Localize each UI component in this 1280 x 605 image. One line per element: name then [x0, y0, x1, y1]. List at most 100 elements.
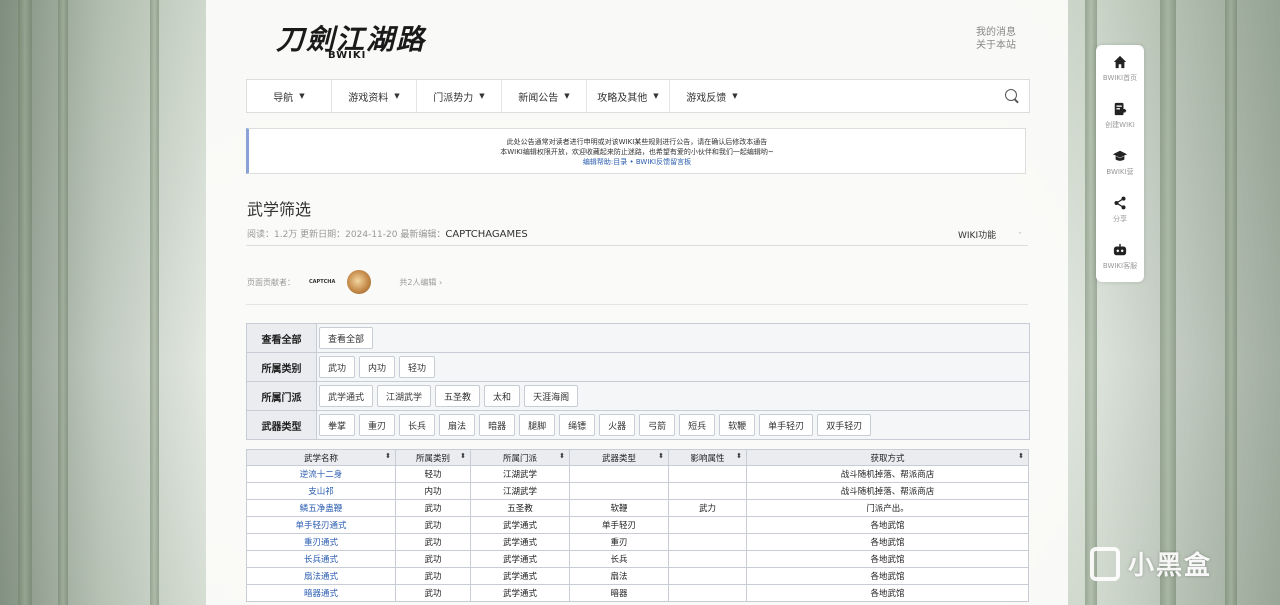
- column-header-name[interactable]: 武学名称 ⬍: [246, 449, 396, 466]
- sort-icon[interactable]: ⬍: [1018, 452, 1024, 460]
- filter-option[interactable]: 绳镖: [559, 414, 596, 436]
- skill-name-link[interactable]: 支山祁: [246, 482, 396, 500]
- table-cell: 武力: [668, 499, 747, 517]
- table-cell: 软鞭: [569, 499, 669, 517]
- search-input[interactable]: [754, 80, 1076, 112]
- nav-item-game-data[interactable]: 游戏资料 ▼: [332, 80, 417, 112]
- table-cell: 武学通式: [470, 550, 570, 568]
- filter-option[interactable]: 短兵: [679, 414, 716, 436]
- divider: [246, 304, 1028, 305]
- sort-icon[interactable]: ⬍: [460, 452, 466, 460]
- page-contributors: 页面贡献者： CAPTCHA 共2人编辑 ›: [247, 270, 442, 294]
- filter-option[interactable]: 单手轻刃: [759, 414, 814, 436]
- side-item-share[interactable]: 分享: [1096, 186, 1144, 233]
- my-messages-link[interactable]: 我的消息: [976, 26, 1016, 39]
- table-row: 重刃通式 武功 武学通式 重刃 各地武馆: [246, 533, 1029, 551]
- sort-icon[interactable]: ⬍: [559, 452, 565, 460]
- nav-item-sects[interactable]: 门派势力 ▼: [417, 80, 502, 112]
- side-item-home[interactable]: BWIKI首页: [1096, 45, 1144, 92]
- filter-option[interactable]: 天涯海阁: [524, 385, 579, 407]
- nav-label: 门派势力: [433, 92, 474, 104]
- filter-label: 查看全部: [247, 324, 317, 352]
- contributor-avatar[interactable]: [347, 270, 372, 294]
- notice-line-1: 此处公告通常对读者进行申明或对该WIKI某些规则进行公告，请在确认后修改本通告: [506, 138, 768, 146]
- contributor-captcha[interactable]: CAPTCHA: [309, 279, 335, 285]
- table-cell: [668, 550, 747, 568]
- table-cell: 江湖武学: [470, 482, 570, 500]
- chevron-down-icon: ▼: [564, 92, 570, 100]
- table-cell: 内功: [395, 482, 471, 500]
- filter-option[interactable]: 太和: [484, 385, 521, 407]
- last-editor[interactable]: CAPTCHAGAMES: [445, 229, 527, 240]
- table-cell: [668, 482, 747, 500]
- table-cell: 各地武馆: [746, 584, 1029, 602]
- filter-option[interactable]: 扇法: [439, 414, 476, 436]
- table-cell: 长兵: [569, 550, 669, 568]
- filter-option[interactable]: 暗器: [479, 414, 516, 436]
- filter-option[interactable]: 火器: [599, 414, 636, 436]
- skill-name-link[interactable]: 暗器通式: [246, 584, 396, 602]
- table-cell: 武功: [395, 550, 471, 568]
- page-title: 武学筛选: [247, 202, 312, 219]
- side-item-create-wiki[interactable]: 创建WIKI: [1096, 92, 1144, 139]
- filter-option[interactable]: 轻功: [399, 356, 436, 378]
- header-label: 武器类型: [601, 453, 636, 464]
- column-header-attribute[interactable]: 影响属性 ⬍: [668, 449, 747, 466]
- side-item-support[interactable]: BWIKI客服: [1096, 233, 1144, 280]
- table-cell: [668, 516, 747, 534]
- table-cell: 单手轻刃: [569, 516, 669, 534]
- contributors-count-link[interactable]: 共2人编辑 ›: [399, 277, 442, 288]
- edit-help-link[interactable]: 编辑帮助:目录: [583, 158, 627, 166]
- column-header-sect[interactable]: 所属门派 ⬍: [470, 449, 570, 466]
- site-logo[interactable]: 刀劍江湖路 BWIKI: [276, 18, 426, 64]
- wiki-functions-menu[interactable]: WIKI功能 ˇ: [958, 228, 1022, 241]
- sort-icon[interactable]: ⬍: [736, 452, 742, 460]
- header-label: 所属类别: [415, 453, 450, 464]
- about-site-link[interactable]: 关于本站: [976, 39, 1016, 52]
- skill-name-link[interactable]: 长兵通式: [246, 550, 396, 568]
- filter-option[interactable]: 查看全部: [319, 327, 374, 349]
- martial-arts-filter: 查看全部 查看全部 所属类别 武功 内功 轻功 所属门派 武学通式 江湖武学 五…: [246, 323, 1030, 440]
- search-icon[interactable]: [1005, 89, 1017, 101]
- table-cell: 武功: [395, 533, 471, 551]
- filter-option[interactable]: 软鞭: [719, 414, 756, 436]
- table-row: 鳞五净蛊鞭 武功 五圣教 软鞭 武力 门派产出。: [246, 499, 1029, 517]
- table-cell: 各地武馆: [746, 550, 1029, 568]
- side-item-label: 创建WIKI: [1105, 120, 1135, 129]
- filter-option[interactable]: 五圣教: [435, 385, 481, 407]
- filter-option[interactable]: 重刃: [359, 414, 396, 436]
- filter-option[interactable]: 双手轻刃: [817, 414, 872, 436]
- skill-name-link[interactable]: 逆流十二身: [246, 465, 396, 483]
- filter-option[interactable]: 弓箭: [639, 414, 676, 436]
- sort-icon[interactable]: ⬍: [385, 452, 391, 460]
- table-cell: [668, 465, 747, 483]
- create-icon: [1114, 102, 1127, 115]
- search-box: [754, 80, 1076, 112]
- table-cell: 武学通式: [470, 584, 570, 602]
- heybox-logo-icon: [1090, 546, 1120, 581]
- nav-item-navigation[interactable]: 导航 ▼: [247, 80, 332, 112]
- feedback-board-link[interactable]: BWIKI反馈留言板: [636, 158, 691, 166]
- nav-item-guides[interactable]: 攻略及其他 ▼: [587, 80, 670, 112]
- column-header-source[interactable]: 获取方式 ⬍: [746, 449, 1029, 466]
- skill-name-link[interactable]: 单手轻刃通式: [246, 516, 396, 534]
- filter-option[interactable]: 内功: [359, 356, 396, 378]
- skill-name-link[interactable]: 扇法通式: [246, 567, 396, 585]
- filter-option[interactable]: 拳掌: [319, 414, 356, 436]
- filter-option[interactable]: 腿脚: [519, 414, 556, 436]
- filter-option[interactable]: 长兵: [399, 414, 436, 436]
- filter-option[interactable]: 江湖武学: [377, 385, 432, 407]
- filter-option[interactable]: 武功: [319, 356, 356, 378]
- side-item-bwiki-camp[interactable]: BWIKI营: [1096, 139, 1144, 186]
- column-header-category[interactable]: 所属类别 ⬍: [395, 449, 471, 466]
- filter-option[interactable]: 武学通式: [319, 385, 374, 407]
- skill-name-link[interactable]: 重刃通式: [246, 533, 396, 551]
- skill-name-link[interactable]: 鳞五净蛊鞭: [246, 499, 396, 517]
- side-item-label: BWIKI营: [1106, 167, 1134, 176]
- nav-item-feedback[interactable]: 游戏反馈 ▼: [670, 80, 754, 112]
- sort-icon[interactable]: ⬍: [658, 452, 664, 460]
- nav-item-news[interactable]: 新闻公告 ▼: [502, 80, 587, 112]
- header-label: 影响属性: [690, 453, 725, 464]
- column-header-weapon[interactable]: 武器类型 ⬍: [569, 449, 669, 466]
- header-label: 获取方式: [870, 453, 905, 464]
